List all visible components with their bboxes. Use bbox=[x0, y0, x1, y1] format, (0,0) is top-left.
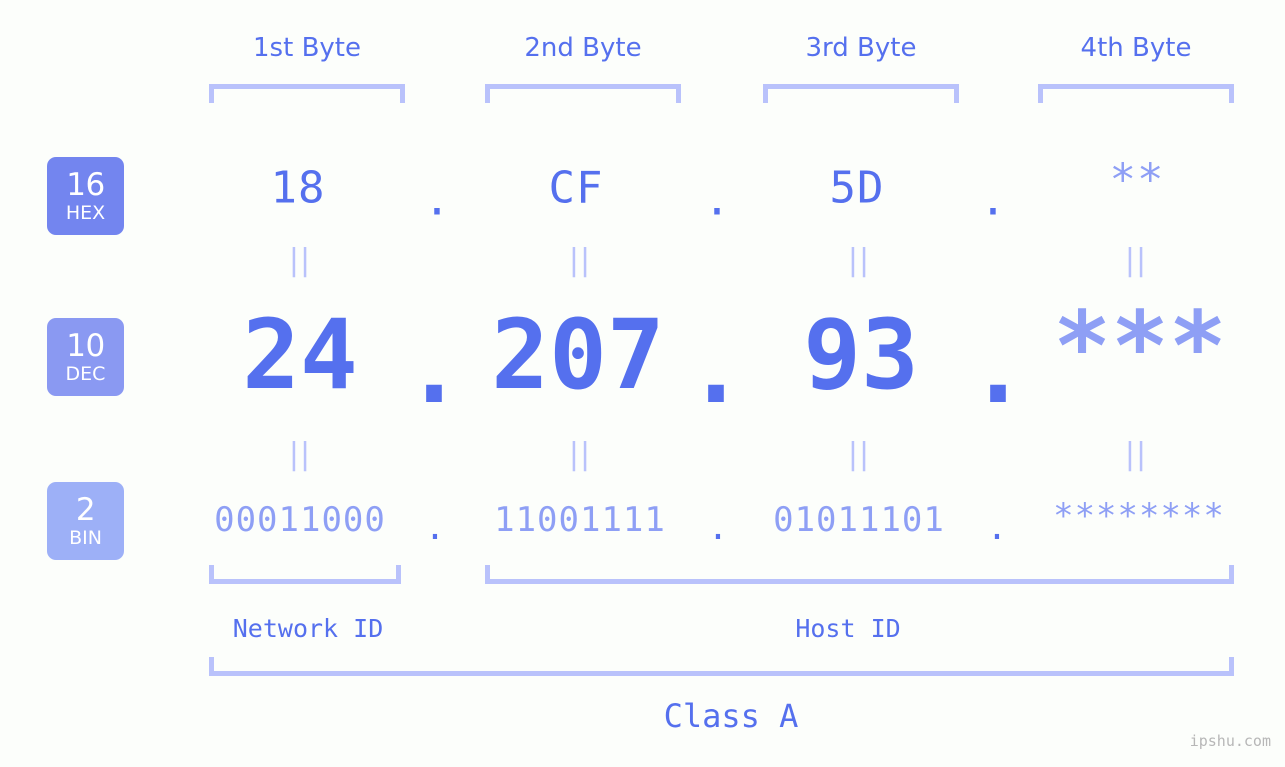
class-label: Class A bbox=[663, 697, 799, 735]
byte-bracket-2 bbox=[485, 84, 681, 103]
equality-mark-dec-bin-1: || bbox=[288, 437, 312, 472]
bin-byte-2: 11001111 bbox=[494, 500, 666, 540]
bin-separator-1: . bbox=[424, 508, 446, 548]
hex-separator-1: . bbox=[423, 174, 451, 226]
base-badge-dec: 10 DEC bbox=[47, 318, 124, 396]
class-bracket bbox=[209, 657, 1234, 676]
base-badge-bin: 2 BIN bbox=[47, 482, 124, 560]
equality-mark-dec-bin-3: || bbox=[847, 437, 871, 472]
dec-separator-3: . bbox=[969, 313, 1027, 425]
base-badge-dec-name: DEC bbox=[65, 362, 106, 385]
bin-separator-3: . bbox=[986, 508, 1008, 548]
hex-separator-3: . bbox=[979, 174, 1007, 226]
bin-byte-3: 01011101 bbox=[773, 500, 945, 540]
equality-mark-dec-bin-2: || bbox=[568, 437, 592, 472]
byte-bracket-1 bbox=[209, 84, 405, 103]
dec-byte-2: 207 bbox=[491, 299, 665, 411]
equality-mark-hex-dec-4: || bbox=[1124, 243, 1148, 278]
ip-address-breakdown-diagram: 1st Byte 2nd Byte 3rd Byte 4th Byte 16 H… bbox=[0, 0, 1285, 767]
byte-bracket-3 bbox=[763, 84, 959, 103]
dec-separator-2: . bbox=[687, 313, 745, 425]
bin-separator-2: . bbox=[707, 508, 729, 548]
hex-byte-1: 18 bbox=[270, 162, 326, 214]
base-badge-bin-name: BIN bbox=[69, 526, 102, 549]
dec-byte-3: 93 bbox=[803, 299, 919, 411]
byte-header-4: 4th Byte bbox=[1080, 33, 1192, 63]
host-id-bracket bbox=[485, 565, 1234, 584]
watermark: ipshu.com bbox=[1189, 732, 1271, 750]
bin-byte-1: 00011000 bbox=[214, 500, 386, 540]
network-id-label: Network ID bbox=[232, 614, 384, 643]
byte-header-3: 3rd Byte bbox=[805, 33, 917, 63]
byte-header-1: 1st Byte bbox=[253, 33, 361, 63]
hex-separator-2: . bbox=[703, 174, 731, 226]
hex-byte-3: 5D bbox=[829, 162, 885, 214]
equality-mark-hex-dec-1: || bbox=[288, 243, 312, 278]
base-badge-hex: 16 HEX bbox=[47, 157, 124, 235]
base-badge-hex-name: HEX bbox=[65, 201, 106, 224]
hex-byte-2: CF bbox=[548, 162, 604, 214]
equality-mark-hex-dec-2: || bbox=[568, 243, 592, 278]
dec-byte-1: 24 bbox=[242, 299, 358, 411]
hex-byte-4: ** bbox=[1109, 154, 1165, 206]
base-badge-bin-number: 2 bbox=[75, 491, 96, 528]
byte-bracket-4 bbox=[1038, 84, 1234, 103]
bin-byte-4: ******** bbox=[1053, 496, 1225, 536]
byte-header-2: 2nd Byte bbox=[524, 33, 642, 63]
dec-separator-1: . bbox=[405, 313, 463, 425]
base-badge-hex-number: 16 bbox=[66, 166, 105, 203]
equality-mark-hex-dec-3: || bbox=[847, 243, 871, 278]
equality-mark-dec-bin-4: || bbox=[1124, 437, 1148, 472]
dec-byte-4: *** bbox=[1053, 291, 1227, 403]
host-id-label: Host ID bbox=[795, 614, 901, 643]
base-badge-dec-number: 10 bbox=[66, 327, 105, 364]
network-id-bracket bbox=[209, 565, 401, 584]
